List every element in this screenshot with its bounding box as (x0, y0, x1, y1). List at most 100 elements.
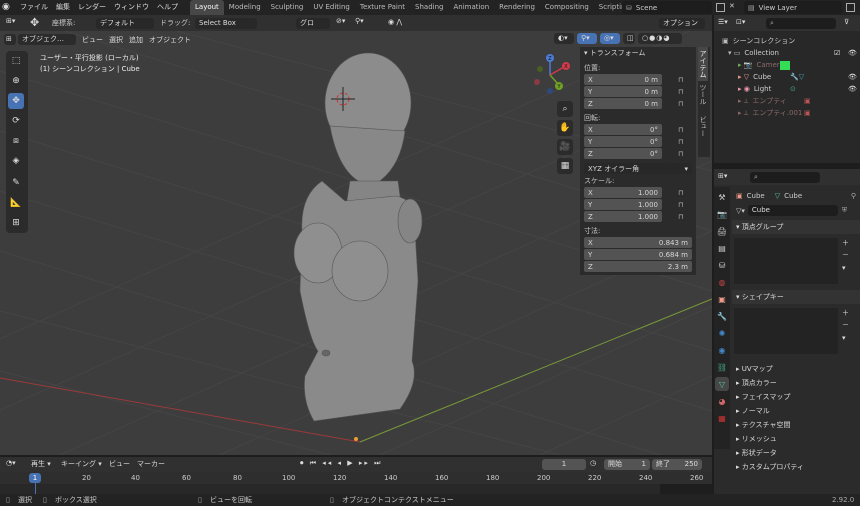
location-y-field[interactable]: Y0 m (584, 86, 662, 97)
coord-select[interactable]: デフォルト (96, 18, 154, 29)
tab-texture-paint[interactable]: Texture Paint (355, 0, 410, 15)
menu-edit[interactable]: 編集 (52, 0, 74, 15)
world-icon[interactable]: ◍ (715, 275, 729, 289)
cube-visibility-icon[interactable]: 👁 (848, 71, 857, 83)
tab-animation[interactable]: Animation (448, 0, 494, 15)
vertex-group-add-icon[interactable]: ＋ (842, 238, 849, 248)
viewport-editor-icon[interactable]: ⊞ (4, 34, 16, 45)
normals-panel[interactable]: ▸ ノーマル (732, 404, 860, 418)
pivot-icon[interactable]: ⊘▾ (336, 17, 345, 25)
location-lock-icons[interactable]: ⊓ ⊓ ⊓ (678, 74, 683, 110)
tab-view[interactable]: ビュー (698, 113, 708, 145)
blender-logo-icon[interactable]: ◉ (2, 2, 16, 13)
vertex-groups-list-box[interactable] (734, 238, 838, 284)
tab-rendering[interactable]: Rendering (494, 0, 540, 15)
tab-uv-editing[interactable]: UV Editing (308, 0, 355, 15)
xray-icon[interactable]: ◫ (623, 33, 635, 44)
rotation-mode-select[interactable]: XYZ オイラー角 ▾ (584, 163, 692, 174)
render-icon[interactable]: 📷 (715, 207, 729, 221)
camera-view-icon[interactable]: 🎥 (557, 139, 573, 155)
shape-key-add-icon[interactable]: ＋ (842, 308, 849, 318)
playback-controls[interactable]: ⏺ ⏮ ◂◂ ◂ ▶ ▸▸ ⏭ (300, 459, 382, 468)
scale-lock-icons[interactable]: ⊓ ⊓ ⊓ (678, 187, 683, 223)
view-layer-selector[interactable]: ▤ View Layer (744, 1, 842, 14)
properties-search-input[interactable]: ⌕ (750, 172, 820, 183)
outliner-item-empty[interactable]: ▸ ⟂ エンプティ ▣ (722, 95, 860, 107)
options-dropdown[interactable]: オプション (659, 18, 705, 29)
location-x-field[interactable]: X0 m (584, 74, 662, 85)
shape-key-remove-icon[interactable]: － (842, 320, 849, 330)
frame-ruler[interactable] (0, 472, 712, 484)
zoom-icon[interactable]: ⌕ (557, 101, 573, 117)
transform-tool-icon[interactable]: ◈ (8, 153, 24, 169)
move-tool-button-icon[interactable]: ✥ (8, 93, 24, 109)
menu-keying[interactable]: キーイング ▾ (58, 458, 105, 470)
shape-keys-panel[interactable]: ▾ シェイプキー (732, 290, 860, 304)
delete-scene-icon[interactable]: ✕ (729, 2, 735, 10)
transform-header[interactable]: ▾ トランスフォーム (580, 47, 696, 60)
vertex-group-remove-icon[interactable]: － (842, 250, 849, 260)
display-mode-icon[interactable]: ⊡▾ (736, 18, 745, 26)
tool-settings-icon[interactable]: ⚒ (715, 190, 729, 204)
menu-render[interactable]: レンダー (74, 0, 110, 15)
tab-sculpting[interactable]: Sculpting (266, 0, 309, 15)
outliner-item-light[interactable]: ▸ ◉ Light ⊙ 👁 (722, 83, 860, 95)
new-scene-icon[interactable] (716, 3, 725, 12)
pin-icon[interactable]: ⚲ (851, 192, 856, 200)
move-tool-icon[interactable]: ✥ (30, 16, 44, 30)
tab-tool[interactable]: ツール (698, 81, 708, 113)
rotate-tool-icon[interactable]: ⟳ (8, 113, 24, 129)
tab-shading[interactable]: Shading (410, 0, 448, 15)
timeline-area[interactable]: 1 20 40 60 80 100 120 140 160 180 200 22… (0, 472, 712, 494)
scene-tab-icon[interactable]: ⛁ (715, 258, 729, 272)
annotate-tool-icon[interactable]: ✎ (8, 175, 24, 191)
navigation-gizmo[interactable]: Z X Y (528, 51, 572, 97)
remesh-panel[interactable]: ▸ リメッシュ (732, 432, 860, 446)
physics-icon[interactable]: ◉ (715, 343, 729, 357)
new-view-layer-icon[interactable] (846, 3, 855, 12)
playhead[interactable]: 1 (29, 473, 41, 483)
rotation-x-field[interactable]: X 0° (584, 124, 662, 135)
shape-key-menu-icon[interactable]: ▾ (842, 334, 846, 342)
scene-selector[interactable]: ⛁ Scene (622, 1, 712, 14)
mode-select[interactable]: オブジェク… (18, 34, 76, 45)
view-layer-tab-icon[interactable]: ▤ (715, 241, 729, 255)
dimensions-z-field[interactable]: Z 2.3 m (584, 261, 692, 272)
outliner-item-empty-001[interactable]: ▸ ⟂ エンプティ.001 ▣ (722, 107, 860, 119)
editor-type-icon[interactable]: ⊞▾ (6, 17, 15, 25)
texture-icon[interactable]: ▦ (715, 411, 729, 425)
visibility-icon[interactable]: ◐▾ (554, 33, 574, 44)
pan-hand-icon[interactable]: ✋ (557, 120, 573, 136)
select-box-tool-icon[interactable]: ⬚ (8, 53, 24, 69)
mesh-name-field[interactable]: Cube (747, 205, 838, 216)
light-visibility-icon[interactable]: 👁 (848, 83, 857, 95)
measure-tool-icon[interactable]: 📐 (8, 195, 24, 211)
rotation-z-field[interactable]: Z 0° (584, 148, 662, 159)
viewport-3d[interactable]: ⬚ ⊕ ✥ ⟳ ⧈ ◈ ✎ 📐 ⊞ ⊞ オブジェク… ビュー 選択 追加 オブジ… (0, 31, 712, 455)
outliner-editor-icon[interactable]: ☰▾ (718, 18, 728, 26)
collection-checkbox-icon[interactable]: ☑ (834, 47, 840, 59)
modifiers-icon[interactable]: 🔧 (715, 309, 729, 323)
snap-icon[interactable]: ⚲▾ (355, 17, 364, 25)
menu-marker[interactable]: マーカー (134, 458, 168, 470)
vertex-groups-panel[interactable]: ▾ 頂点グループ (732, 220, 860, 234)
location-z-field[interactable]: Z0 m (584, 98, 662, 109)
scale-z-field[interactable]: Z 1.000 (584, 211, 662, 222)
shading-modes-icon[interactable]: ○●◑◕ (638, 33, 682, 44)
menu-timeline-view[interactable]: ビュー (106, 458, 133, 470)
outliner-scene-collection[interactable]: ▣ シーンコレクション (722, 35, 860, 47)
uv-maps-panel[interactable]: ▸ UVマップ (732, 362, 860, 376)
orientation-select[interactable]: グロー… (296, 18, 330, 38)
overlay-toggle-icon[interactable]: ◎▾ (600, 33, 620, 44)
rotation-y-field[interactable]: Y 0° (584, 136, 662, 147)
filter-icon[interactable]: ⊽ (844, 18, 849, 26)
tab-item[interactable]: アイテム (698, 47, 708, 81)
shape-keys-list-box[interactable] (734, 308, 838, 354)
menu-view[interactable]: ビュー (79, 34, 106, 46)
cursor-tool-icon[interactable]: ⊕ (8, 73, 24, 89)
collection-visibility-icon[interactable]: 👁 (848, 47, 857, 59)
add-cube-tool-icon[interactable]: ⊞ (8, 215, 24, 231)
tab-layout[interactable]: Layout (190, 0, 224, 15)
current-frame-field[interactable]: 1 (542, 459, 586, 470)
vertex-group-menu-icon[interactable]: ▾ (842, 264, 846, 272)
